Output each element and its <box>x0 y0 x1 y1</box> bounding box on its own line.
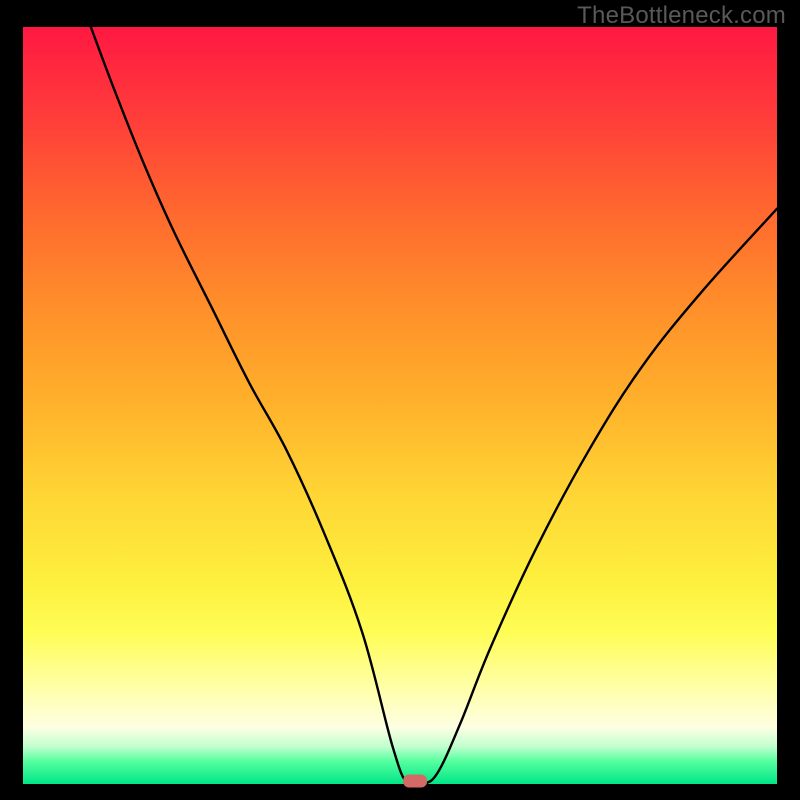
minimum-marker <box>403 774 427 787</box>
bottleneck-curve <box>91 27 777 788</box>
chart-frame: TheBottleneck.com <box>0 0 800 800</box>
watermark-text: TheBottleneck.com <box>577 2 786 30</box>
curve-svg <box>23 27 777 784</box>
plot-area <box>23 27 777 784</box>
